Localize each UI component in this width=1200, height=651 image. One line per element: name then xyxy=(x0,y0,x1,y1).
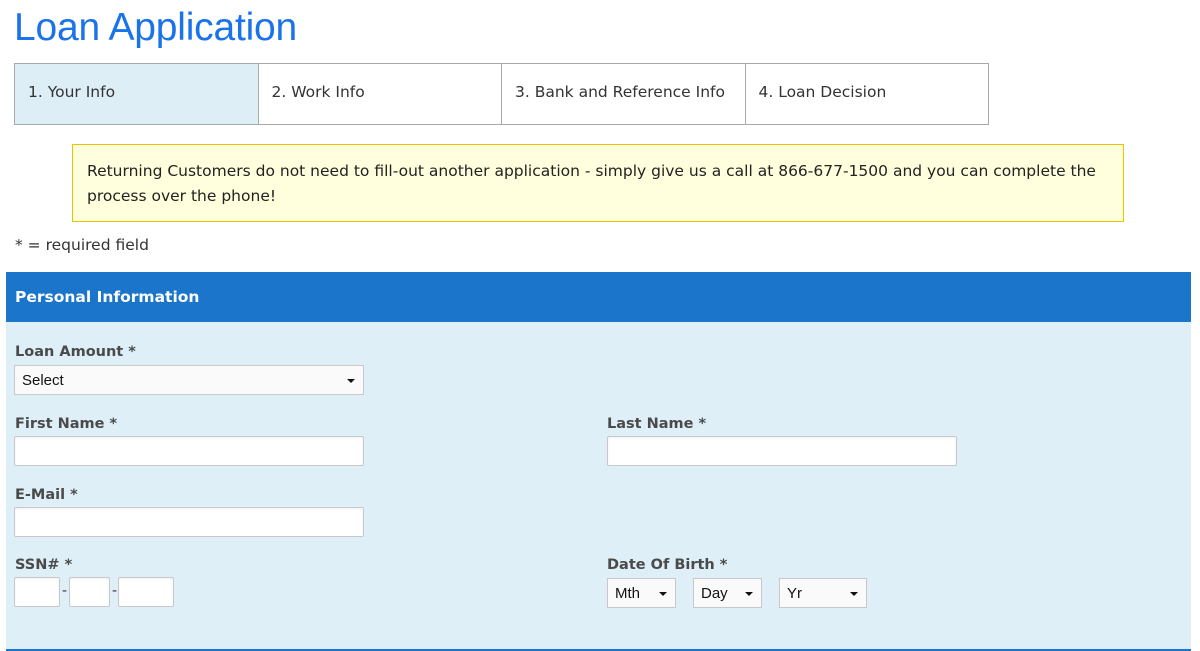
dob-day-selected-value: Day xyxy=(701,585,728,602)
email-label: E-Mail * xyxy=(15,487,78,503)
dob-year-selected-value: Yr xyxy=(787,585,802,602)
step-tab-bank-reference-info[interactable]: 3. Bank and Reference Info xyxy=(502,64,746,124)
email-input[interactable] xyxy=(14,507,364,537)
ssn-separator: - xyxy=(62,583,68,599)
loan-amount-selected-value: Select xyxy=(22,372,64,389)
step-tab-loan-decision[interactable]: 4. Loan Decision xyxy=(745,64,988,124)
ssn-label: SSN# * xyxy=(15,557,73,573)
section-header: Personal Information xyxy=(6,272,1191,322)
dob-month-selected-value: Mth xyxy=(615,585,641,602)
chevron-down-icon xyxy=(850,592,858,596)
date-of-birth-label: Date Of Birth * xyxy=(607,557,728,573)
dob-year-select[interactable]: Yr xyxy=(779,578,867,608)
last-name-label: Last Name * xyxy=(607,416,707,432)
chevron-down-icon xyxy=(659,592,667,596)
chevron-down-icon xyxy=(347,379,355,383)
first-name-label: First Name * xyxy=(15,416,118,432)
loan-amount-label: Loan Amount * xyxy=(15,344,136,360)
ssn-separator: - xyxy=(112,583,118,599)
step-tab-your-info[interactable]: 1. Your Info xyxy=(15,64,259,124)
personal-information-section: Personal Information Loan Amount * Selec… xyxy=(6,272,1191,651)
ssn-part1-input[interactable] xyxy=(14,577,60,607)
ssn-part2-input[interactable] xyxy=(69,577,110,607)
step-tab-work-info[interactable]: 2. Work Info xyxy=(258,64,502,124)
last-name-input[interactable] xyxy=(607,436,957,466)
first-name-input[interactable] xyxy=(14,436,364,466)
dob-month-select[interactable]: Mth xyxy=(607,578,676,608)
step-tabs: 1. Your Info 2. Work Info 3. Bank and Re… xyxy=(14,63,989,125)
chevron-down-icon xyxy=(745,592,753,596)
page-title: Loan Application xyxy=(14,6,298,49)
loan-amount-select[interactable]: Select xyxy=(14,365,364,395)
dob-day-select[interactable]: Day xyxy=(693,578,762,608)
ssn-part3-input[interactable] xyxy=(118,577,174,607)
required-field-note: * = required field xyxy=(15,236,149,254)
returning-customer-notice: Returning Customers do not need to fill-… xyxy=(72,144,1124,222)
